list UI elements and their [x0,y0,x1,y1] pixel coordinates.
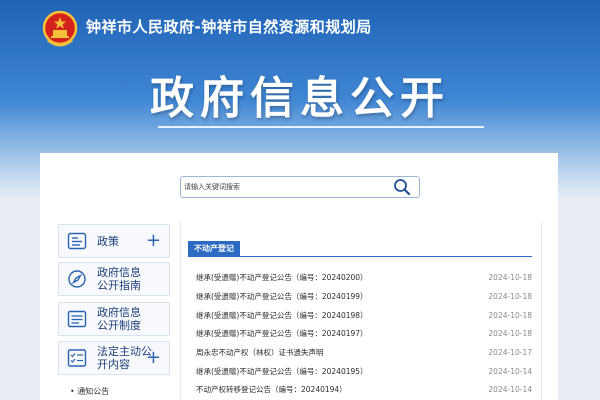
list-item-title[interactable]: 继承(受遗赠)不动产登记公告（编号：20240195） [196,366,368,377]
search-input[interactable] [181,177,381,197]
national-emblem-icon [42,10,78,47]
sidebar-item-label: 法定主动公 开内容 [97,345,152,371]
tab-real-estate-registration[interactable]: 不动产登记 [188,241,240,256]
list-item-title[interactable]: 不动产权转移登记公告（编号：20240194） [196,384,347,395]
list-icon [67,310,87,328]
list-item-date: 2024-10-18 [488,310,532,320]
sidebar-item-statutory[interactable]: 法定主动公 开内容 + [58,341,170,375]
list-item-title[interactable]: 继承(受遗赠)不动产登记公告（编号：20240200） [196,272,368,283]
sidebar-item-system[interactable]: 政府信息 公开制度 [58,302,170,336]
list-item[interactable]: 继承(受遗赠)不动产登记公告（编号：20240198） 2024-10-18 [196,306,532,324]
expand-icon[interactable]: + [146,348,161,368]
compass-icon [68,270,86,288]
list-item-date: 2024-10-14 [488,384,532,394]
list-item[interactable]: 不动产权转移登记公告（编号：20240194） 2024-10-14 [196,380,532,398]
title-underline [158,126,484,128]
list-item[interactable]: 继承(受遗赠)不动产登记公告（编号：20240200） 2024-10-18 [196,268,532,286]
list-item-title[interactable]: 继承(受遗赠)不动产登记公告（编号：20240199） [196,291,368,302]
sidebar-item-label: 政策 [97,234,119,248]
sidebar-item-guide[interactable]: 政府信息 公开指南 [58,262,170,296]
list-item-date: 2024-10-17 [488,347,532,357]
page-title: 政府信息公开 [150,73,450,124]
list-item-date: 2024-10-14 [488,366,532,376]
tab-underline [188,256,532,257]
list-item[interactable]: 周永忠不动产权（林权）证书遗失声明 2024-10-17 [196,343,532,361]
list-item-date: 2024-10-18 [488,291,532,301]
list-item-title[interactable]: 继承(受遗赠)不动产登记公告（编号：20240197） [196,328,368,339]
list-item-date: 2024-10-18 [488,272,532,282]
expand-icon[interactable]: + [146,231,161,251]
checklist-icon [67,349,87,367]
list-item[interactable]: 继承(受遗赠)不动产登记公告（编号：20240195） 2024-10-14 [196,362,532,380]
list-item-title[interactable]: 继承(受遗赠)不动产登记公告（编号：20240198） [196,310,368,321]
site-title: 钟祥市人民政府-钟祥市自然资源和规划局 [86,18,372,36]
sidebar-item-policy[interactable]: 政策 + [58,224,170,258]
sidebar-item-label: 政府信息 公开制度 [97,306,141,332]
sidebar-subitem-notice[interactable]: • 通知公告 [70,386,109,397]
search-icon[interactable] [391,177,413,197]
document-card-icon [67,232,87,250]
list-item-date: 2024-10-18 [488,328,532,338]
search-bar [180,176,420,198]
list-item[interactable]: 继承(受遗赠)不动产登记公告（编号：20240199） 2024-10-18 [196,287,532,305]
list-item[interactable]: 继承(受遗赠)不动产登记公告（编号：20240197） 2024-10-18 [196,324,532,342]
sidebar-item-label: 政府信息 公开指南 [97,266,141,292]
list-item-title[interactable]: 周永忠不动产权（林权）证书遗失声明 [196,347,324,358]
